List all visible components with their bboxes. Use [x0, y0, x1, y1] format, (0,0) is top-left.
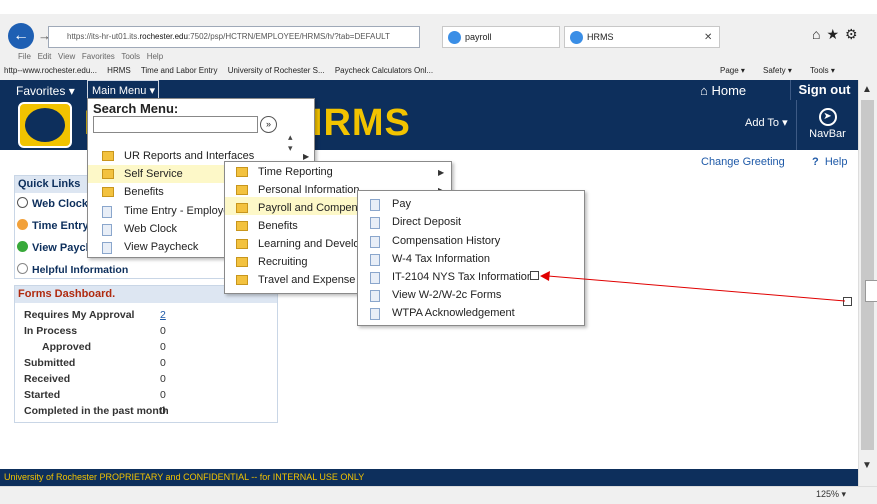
scrollbar-thumb[interactable] — [861, 100, 874, 450]
annotation-arrow — [540, 271, 846, 302]
zoom-level[interactable]: 125% ▾ — [816, 489, 846, 500]
scroll-down-icon[interactable]: ▼ — [862, 460, 872, 471]
zoom-value: 125% — [816, 489, 840, 499]
edit-icon[interactable] — [865, 280, 877, 302]
scroll-up-icon[interactable]: ▲ — [862, 84, 872, 95]
status-bar — [0, 486, 877, 504]
footer-notice: University of Rochester PROPRIETARY and … — [0, 469, 858, 486]
